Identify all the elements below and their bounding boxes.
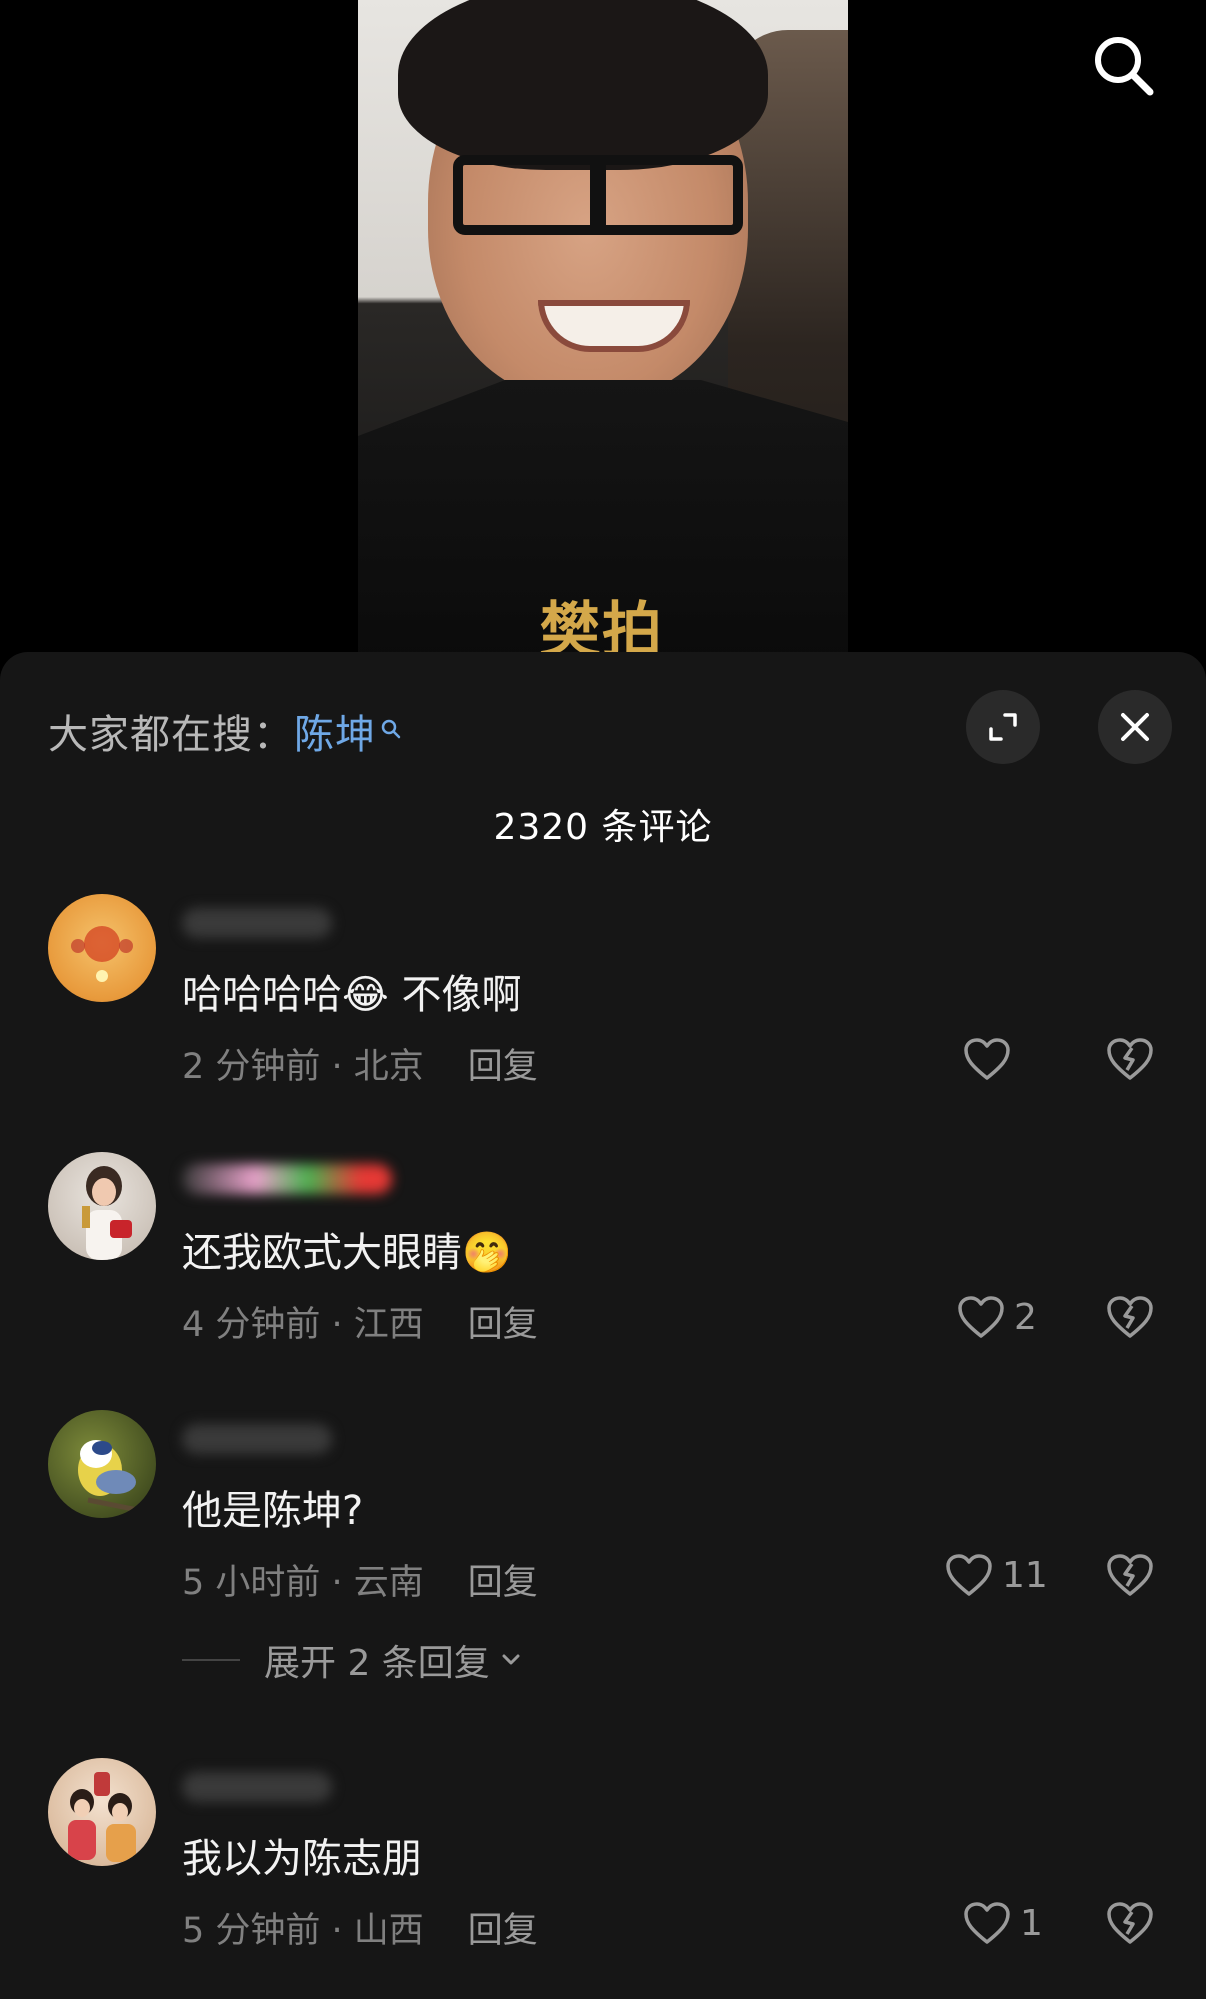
close-button[interactable]	[1098, 690, 1172, 764]
dislike-button[interactable]	[1105, 1900, 1155, 1950]
expand-divider	[182, 1659, 240, 1661]
avatar[interactable]	[48, 1758, 156, 1866]
broken-heart-icon	[1107, 1902, 1153, 1944]
expand-fullscreen-button[interactable]	[966, 690, 1040, 764]
dislike-button[interactable]	[1105, 1294, 1155, 1344]
video-person-hair	[398, 0, 768, 170]
search-icon[interactable]	[1088, 30, 1158, 100]
avatar[interactable]	[48, 894, 156, 1002]
reply-button[interactable]: 回复	[468, 1047, 538, 1087]
username-blurred[interactable]	[182, 1164, 392, 1194]
expand-replies-button[interactable]: 展开 2 条回复	[182, 1634, 526, 1686]
comment-count: 2320 条评论	[493, 807, 713, 848]
comment-meta: 2 分钟前 · 北京 回复	[182, 1038, 538, 1089]
search-small-icon	[380, 704, 402, 750]
video-area[interactable]: 樊拍	[0, 0, 1206, 660]
heart-icon	[958, 1296, 1004, 1338]
video-person-glasses	[453, 155, 743, 235]
reply-button[interactable]: 回复	[468, 1911, 538, 1951]
avatar[interactable]	[48, 1410, 156, 1518]
comments-sheet: 大家都在搜：陈坤 2320 条评论 哈哈哈哈😂 不像啊 2 分钟前 · 北京 回复	[0, 652, 1206, 1999]
dislike-button[interactable]	[1105, 1552, 1155, 1602]
reply-button[interactable]: 回复	[468, 1305, 538, 1345]
broken-heart-icon	[1107, 1296, 1153, 1338]
like-count: 11	[1002, 1554, 1048, 1596]
like-button[interactable]: 1	[962, 1900, 1043, 1946]
comment-time-location: 5 分钟前 · 山西	[182, 1911, 424, 1951]
heart-icon	[964, 1902, 1010, 1944]
username-blurred[interactable]	[182, 908, 332, 938]
broken-heart-icon	[1107, 1038, 1153, 1080]
comment-time-location: 2 分钟前 · 北京	[182, 1047, 424, 1087]
trending-prefix: 大家都在搜：	[48, 712, 294, 758]
video-frame[interactable]: 樊拍	[358, 0, 848, 660]
trending-search[interactable]: 大家都在搜：陈坤	[48, 702, 402, 760]
like-count: 1	[1020, 1902, 1043, 1944]
chevron-down-icon	[502, 1654, 520, 1665]
comment-meta: 5 小时前 · 云南 回复	[182, 1554, 538, 1605]
comment-time-location: 4 分钟前 · 江西	[182, 1305, 424, 1345]
trending-keyword[interactable]: 陈坤	[294, 712, 376, 758]
dislike-button[interactable]	[1105, 1036, 1155, 1086]
expand-replies-label: 展开 2 条回复	[264, 1643, 490, 1684]
like-button[interactable]	[962, 1036, 1020, 1082]
comment-time-location: 5 小时前 · 云南	[182, 1563, 424, 1603]
like-button[interactable]: 2	[956, 1294, 1037, 1340]
comment-text: 我以为陈志朋	[182, 1836, 422, 1882]
username-blurred[interactable]	[182, 1424, 332, 1454]
heart-icon	[964, 1038, 1010, 1080]
username-blurred[interactable]	[182, 1772, 332, 1802]
video-watermark: 樊拍	[540, 596, 664, 660]
like-button[interactable]: 11	[944, 1552, 1048, 1598]
heart-icon	[946, 1554, 992, 1596]
close-icon	[1121, 713, 1149, 741]
expand-icon	[989, 713, 1017, 741]
comment-text: 他是陈坤?	[182, 1488, 364, 1534]
avatar[interactable]	[48, 1152, 156, 1260]
comment-meta: 5 分钟前 · 山西 回复	[182, 1902, 538, 1953]
like-count: 2	[1014, 1296, 1037, 1338]
comment-meta: 4 分钟前 · 江西 回复	[182, 1296, 538, 1347]
broken-heart-icon	[1107, 1554, 1153, 1596]
comment-text: 哈哈哈哈😂 不像啊	[182, 972, 522, 1018]
reply-button[interactable]: 回复	[468, 1563, 538, 1603]
comment-text: 还我欧式大眼睛🤭	[182, 1230, 512, 1276]
